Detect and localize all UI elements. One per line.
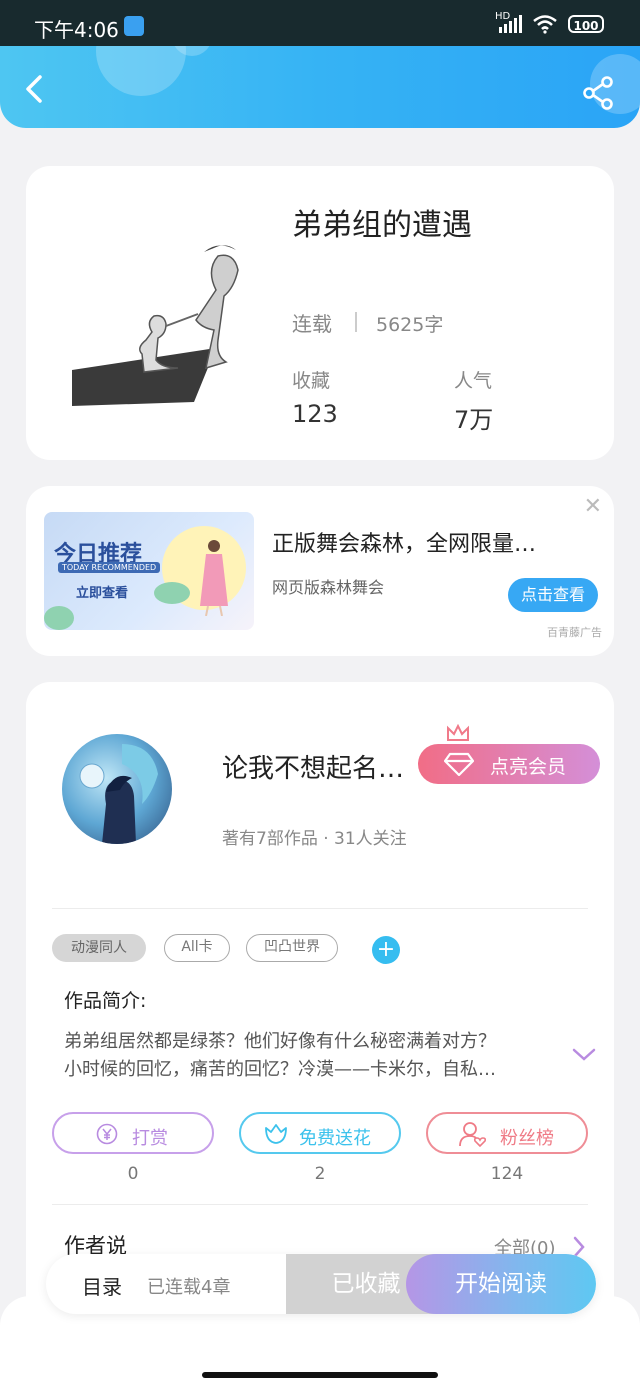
reward-button-label: 打赏 [132, 1128, 168, 1149]
yen-icon [96, 1123, 118, 1145]
divider [52, 1204, 588, 1205]
intro-line: 小时候的回忆，痛苦的回忆？冷漠——卡米尔，自私… [64, 1059, 496, 1080]
notification-app-icon [124, 16, 144, 36]
add-tag-button[interactable]: + [372, 936, 400, 964]
tag-item[interactable]: 动漫同人 [52, 934, 146, 962]
author-name[interactable]: 论我不想起名… [222, 748, 404, 785]
ad-image-subtitle: TODAY RECOMMENDED [58, 562, 161, 573]
ad-image-leaf [44, 606, 74, 630]
ad-image-leaf [154, 582, 190, 604]
reward-button[interactable]: 打赏 [52, 1112, 214, 1154]
chevron-down-icon[interactable] [572, 1048, 596, 1062]
intro-label: 作品简介: [64, 990, 147, 1012]
author-meta: 著有7部作品 · 31人关注 [222, 829, 407, 849]
intro-line: 弟弟组居然都是绿茶？他们好像有什么秘密满着对方？ [64, 1031, 496, 1052]
signal-icon: HD [495, 11, 522, 33]
user-heart-icon [459, 1122, 486, 1147]
ad-title[interactable]: 正版舞会森林，全网限量… [272, 526, 536, 558]
reward-count: 0 [127, 1164, 139, 1184]
popularity-label: 人气 [454, 370, 493, 392]
divider [52, 908, 588, 909]
status-icons: HD 100 [495, 11, 604, 34]
flower-icon [265, 1124, 287, 1144]
share-button[interactable] [582, 76, 616, 110]
back-button[interactable] [20, 74, 50, 104]
decor-bubble [96, 46, 186, 96]
fan-ranking-button[interactable]: 粉丝榜 [426, 1112, 588, 1154]
close-icon[interactable]: ✕ [584, 494, 602, 519]
ad-view-button[interactable]: 点击查看 [508, 578, 598, 612]
book-status: 连载 [292, 312, 332, 336]
diamond-icon [444, 752, 474, 776]
vip-button[interactable]: 点亮会员 [418, 724, 600, 784]
book-cover-image[interactable] [66, 230, 246, 410]
ad-image-cta: 立即查看 [76, 586, 129, 601]
book-info-card: 弟弟组的遭遇 连载 5625字 收藏 123 人气 7万 [26, 166, 614, 460]
tag-item[interactable]: All卡 [164, 934, 230, 962]
status-bar: 下午4:06 HD 100 [0, 0, 640, 46]
ad-image[interactable]: 今日推荐 TODAY RECOMMENDED 立即查看 [44, 512, 254, 630]
top-header [0, 46, 640, 128]
send-flower-button-label: 免费送花 [299, 1128, 371, 1149]
bottom-action-bar: 目录 已连载4章 已收藏 开始阅读 [46, 1254, 596, 1314]
network-type: HD [495, 11, 511, 22]
book-title: 弟弟组的遭遇 [292, 208, 472, 243]
intro-text: 弟弟组居然都是绿茶？他们好像有什么秘密满着对方？ 小时候的回忆，痛苦的回忆？冷漠… [64, 1028, 554, 1084]
fan-count: 124 [490, 1164, 524, 1184]
ad-card[interactable]: ✕ 今日推荐 TODAY RECOMMENDED 立即查看 正版舞会森林，全网限… [26, 486, 614, 656]
chapter-count: 已连载4章 [147, 1277, 231, 1298]
ad-subtitle: 网页版森林舞会 [272, 578, 385, 597]
author-card: 论我不想起名… 点亮会员 著有7部作品 · 31人关注 动漫同人 All卡 凹凸… [26, 682, 614, 1322]
battery-icon: 100 [568, 15, 604, 33]
author-avatar[interactable] [62, 734, 172, 844]
favorites-value: 123 [292, 400, 338, 428]
divider [355, 312, 357, 332]
wifi-icon [533, 15, 557, 34]
table-of-contents-button[interactable]: 目录 [82, 1271, 122, 1300]
ad-source-tag: 百青藤广告 [547, 626, 602, 639]
crown-icon [447, 724, 469, 741]
send-flower-button[interactable]: 免费送花 [239, 1112, 401, 1154]
status-time: 下午4:06 [34, 18, 119, 42]
flower-count: 2 [314, 1164, 326, 1184]
popularity-value: 7万 [454, 406, 494, 434]
home-indicator[interactable] [202, 1372, 438, 1378]
start-reading-button[interactable]: 开始阅读 [406, 1254, 596, 1314]
fan-ranking-button-label: 粉丝榜 [500, 1128, 554, 1149]
vip-button-label: 点亮会员 [490, 756, 567, 778]
avatar-illustration [79, 744, 158, 844]
book-word-count: 5625字 [376, 314, 444, 336]
tag-item[interactable]: 凹凸世界 [246, 934, 338, 962]
ad-image-figure [200, 540, 228, 616]
favorites-label: 收藏 [292, 370, 331, 392]
